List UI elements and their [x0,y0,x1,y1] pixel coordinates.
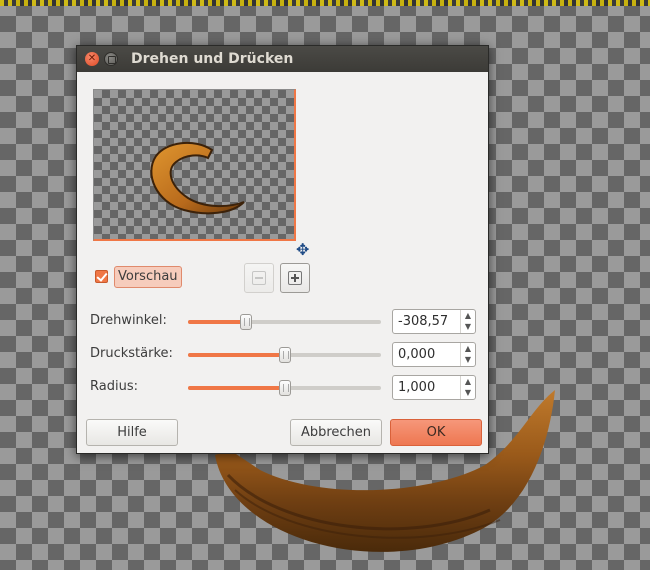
zoom-out-button[interactable] [244,263,274,293]
pinch-value[interactable]: 0,000 [398,347,435,362]
pinch-label: Druckstärke: [90,346,173,361]
close-icon[interactable]: ✕ [85,52,99,66]
cancel-button[interactable]: Abbrechen [290,419,382,446]
canvas-marching-ants [0,0,650,6]
radius-spinbox[interactable]: 1,000 ▲ ▼ [392,375,476,400]
spin-arrows-icon[interactable]: ▲ ▼ [460,310,475,333]
preview-label[interactable]: Vorschau [114,266,182,288]
pinch-slider[interactable] [188,347,381,363]
zoom-in-button[interactable] [280,263,310,293]
angle-label: Drehwinkel: [90,313,167,328]
radius-slider-handle[interactable] [278,380,291,396]
param-row-angle: Drehwinkel: -308,57 ▲ ▼ [77,309,490,335]
angle-slider[interactable] [188,314,381,330]
angle-slider-fill [188,320,246,324]
spin-arrows-icon[interactable]: ▲ ▼ [460,376,475,399]
zoom-in-icon [288,271,302,285]
param-row-pinch: Druckstärke: 0,000 ▲ ▼ [77,342,490,368]
dialog-titlebar[interactable]: ✕ Drehen und Drücken [77,46,488,72]
twist-dialog: ✕ Drehen und Drücken ✥ Vorschau Drehwink… [76,45,489,454]
pinch-spinbox[interactable]: 0,000 ▲ ▼ [392,342,476,367]
preview-area[interactable] [93,89,296,241]
radius-slider[interactable] [188,380,381,396]
dialog-title: Drehen und Drücken [131,51,294,67]
radius-slider-fill [188,386,285,390]
radius-value[interactable]: 1,000 [398,380,435,395]
angle-spinbox[interactable]: -308,57 ▲ ▼ [392,309,476,334]
preview-swirl [150,141,245,215]
spin-arrows-icon[interactable]: ▲ ▼ [460,343,475,366]
pinch-slider-fill [188,353,285,357]
help-button[interactable]: Hilfe [86,419,178,446]
radius-label: Radius: [90,379,138,394]
param-row-radius: Radius: 1,000 ▲ ▼ [77,375,490,401]
move-cross-icon[interactable]: ✥ [296,242,312,258]
zoom-out-icon [252,271,266,285]
pinch-slider-handle[interactable] [278,347,291,363]
angle-slider-handle[interactable] [239,314,252,330]
ok-button[interactable]: OK [390,419,482,446]
preview-checkbox[interactable] [95,270,108,283]
angle-value[interactable]: -308,57 [398,314,448,329]
minimize-icon[interactable] [104,52,118,66]
